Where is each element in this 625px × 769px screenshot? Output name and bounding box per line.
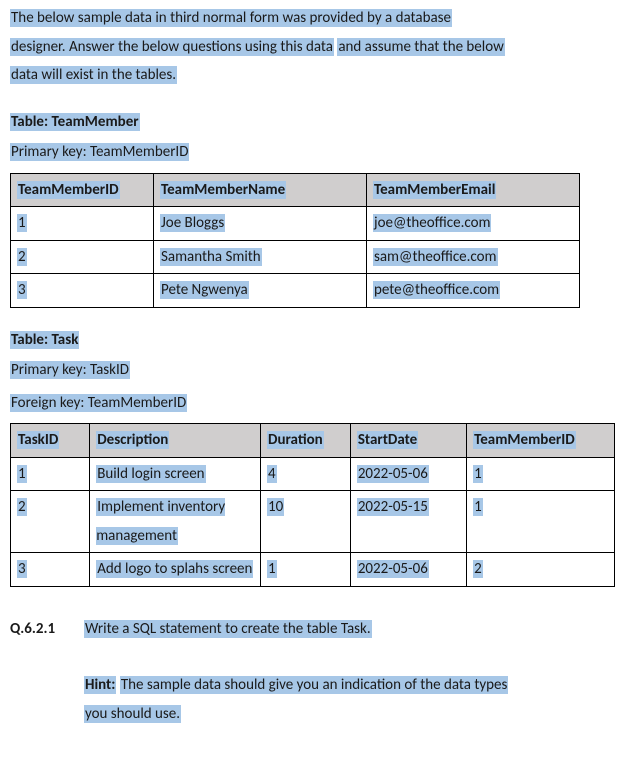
col-header: TeamMemberName	[154, 173, 367, 207]
table-row: 2 Implement inventory management 10 2022…	[11, 491, 615, 553]
table-row: 3 Pete Ngwenya pete@theoffice.com	[11, 274, 580, 308]
intro-line-2a: designer. Answer the below questions usi…	[10, 38, 334, 56]
col-header: TeamMemberEmail	[367, 173, 580, 207]
question-body: Write a SQL statement to create the tabl…	[84, 615, 615, 729]
table-header-row: TaskID Description Duration StartDate Te…	[11, 424, 615, 458]
hint-label: Hint:	[84, 676, 116, 694]
col-header: Description	[90, 424, 261, 458]
task-fk: Foreign key: TeamMemberID	[10, 389, 615, 418]
teammember-heading: Table: TeamMember	[10, 108, 615, 137]
teammember-pk: Primary key: TeamMemberID	[10, 138, 615, 167]
col-header: TeamMemberID	[467, 424, 615, 458]
intro-line-2b: and assume that the below	[337, 38, 504, 56]
table-row: 1 Build login screen 4 2022-05-06 1	[11, 457, 615, 491]
table-row: 3 Add logo to splahs screen 1 2022-05-06…	[11, 553, 615, 587]
col-header: TeamMemberID	[11, 173, 154, 207]
question-number: Q.6.2.1	[10, 615, 70, 644]
hint-line-2: you should use.	[84, 705, 181, 723]
task-heading: Table: Task	[10, 326, 615, 355]
table-row: 1 Joe Bloggs joe@theoffice.com	[11, 207, 580, 241]
table-row: 2 Samantha Smith sam@theoffice.com	[11, 240, 580, 274]
col-header: StartDate	[350, 424, 466, 458]
teammember-pk-text: Primary key: TeamMemberID	[10, 143, 189, 161]
task-pk: Primary key: TaskID	[10, 356, 615, 385]
task-pk-text: Primary key: TaskID	[10, 361, 130, 379]
intro-line-3: data will exist in the tables.	[10, 66, 177, 84]
question-row: Q.6.2.1 Write a SQL statement to create …	[10, 615, 615, 729]
teammember-heading-text: Table: TeamMember	[10, 113, 140, 131]
teammember-table: TeamMemberID TeamMemberName TeamMemberEm…	[10, 173, 580, 308]
question-text: Write a SQL statement to create the tabl…	[84, 620, 372, 638]
col-header: TaskID	[11, 424, 90, 458]
hint-block: Hint: The sample data should give you an…	[84, 671, 615, 728]
task-fk-text: Foreign key: TeamMemberID	[10, 394, 187, 412]
task-table: TaskID Description Duration StartDate Te…	[10, 423, 615, 587]
hint-line-1: The sample data should give you an indic…	[120, 676, 509, 694]
intro-line-1: The below sample data in third normal fo…	[10, 9, 452, 27]
col-header: Duration	[261, 424, 351, 458]
task-heading-text: Table: Task	[10, 331, 79, 349]
intro-paragraph: The below sample data in third normal fo…	[10, 4, 615, 90]
document-page: The below sample data in third normal fo…	[0, 0, 625, 748]
table-header-row: TeamMemberID TeamMemberName TeamMemberEm…	[11, 173, 580, 207]
